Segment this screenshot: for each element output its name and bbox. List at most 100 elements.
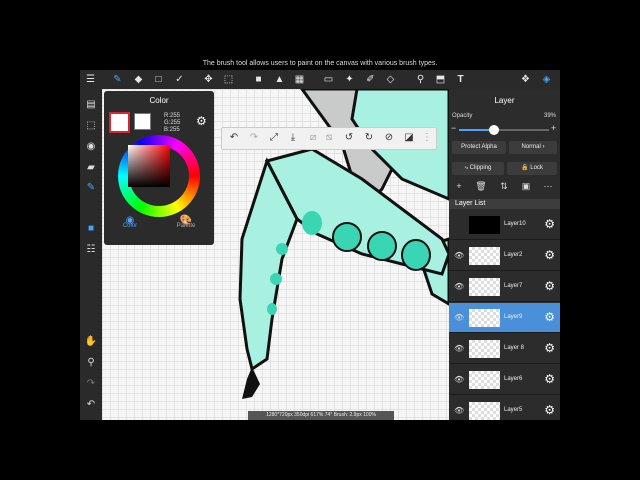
main-color-swatch[interactable] bbox=[109, 112, 130, 133]
layer-thumbnail bbox=[469, 371, 500, 389]
more-options-icon[interactable]: ⋯ bbox=[542, 181, 554, 192]
3d-icon[interactable]: ❖ bbox=[518, 72, 533, 87]
gear-icon[interactable]: ⚙ bbox=[544, 248, 555, 262]
chevron-right-icon: › bbox=[542, 144, 545, 150]
layer-row[interactable]: 👁 Layer6 ⚙ bbox=[449, 365, 560, 395]
rotate-right-icon[interactable]: ↻ bbox=[362, 131, 376, 145]
eye-icon[interactable]: 👁 bbox=[454, 313, 464, 322]
clipping-icon: ⤷ bbox=[464, 165, 468, 171]
spot bbox=[332, 222, 362, 252]
opacity-label: Opacity bbox=[452, 113, 473, 119]
color-swatch-icon[interactable]: ■ bbox=[83, 221, 99, 237]
minus-icon[interactable]: − bbox=[451, 123, 456, 133]
layer-name: Layer9 bbox=[504, 314, 523, 320]
saturation-value-square[interactable] bbox=[128, 145, 170, 187]
eraser-icon[interactable]: ◆ bbox=[131, 72, 146, 87]
text-icon[interactable]: T bbox=[453, 72, 468, 87]
eyedropper-icon[interactable]: ⚲ bbox=[83, 355, 99, 371]
clipping-button[interactable]: ⤷ Clipping bbox=[452, 162, 504, 175]
gear-icon[interactable]: ⚙ bbox=[544, 403, 555, 417]
selection-icon[interactable]: ▭ bbox=[321, 72, 336, 87]
hand-icon[interactable]: ✋ bbox=[83, 334, 99, 350]
layer-row[interactable]: 👁 Layer5 ⚙ bbox=[449, 396, 560, 420]
gear-icon[interactable]: ⚙ bbox=[196, 114, 207, 128]
eye-icon[interactable]: 👁 bbox=[454, 344, 464, 353]
gear-icon[interactable]: ⚙ bbox=[544, 217, 555, 231]
brush-icon[interactable]: ✎ bbox=[110, 72, 125, 87]
secondary-color-swatch[interactable] bbox=[134, 113, 151, 130]
flip-icon[interactable]: ⧅ bbox=[322, 131, 336, 145]
layer-name: Layer 8 bbox=[504, 345, 525, 351]
spot bbox=[367, 231, 397, 261]
eye-icon[interactable]: 👁 bbox=[454, 251, 464, 260]
rgb-r-value: R:255 bbox=[164, 113, 181, 119]
clear-icon[interactable]: ⧄ bbox=[306, 131, 320, 145]
more-icon[interactable]: ⋮ bbox=[420, 131, 434, 145]
eye-icon[interactable]: 👁 bbox=[454, 375, 464, 384]
blend-mode-select[interactable]: Normal › bbox=[509, 141, 557, 154]
eye-icon[interactable]: 👁 bbox=[454, 282, 464, 291]
spot bbox=[302, 211, 322, 235]
selection-area-icon[interactable]: ⬚ bbox=[83, 118, 99, 134]
ruler-icon[interactable]: ▰ bbox=[83, 160, 99, 176]
layer-row[interactable]: 👁 Layer2 ⚙ bbox=[449, 241, 560, 271]
transform-icon[interactable]: ⤢ bbox=[267, 131, 281, 145]
select-eraser-icon[interactable]: ◇ bbox=[383, 72, 398, 87]
canvas-status-bar: 1280*720px 350dpi 617% 74° Brush: 2.9px … bbox=[248, 411, 394, 420]
layer-row[interactable]: 👁 Layer9 ⚙ bbox=[449, 303, 560, 333]
eye-icon[interactable]: 👁 bbox=[454, 406, 464, 415]
layer-row[interactable]: 👁 Layer 8 ⚙ bbox=[449, 334, 560, 364]
gear-icon[interactable]: ⚙ bbox=[544, 279, 555, 293]
lock-button[interactable]: 🔒 Lock bbox=[507, 162, 557, 175]
trash-icon[interactable]: 🗑 bbox=[475, 181, 487, 192]
layer-row[interactable]: Layer10 ⚙ bbox=[449, 210, 560, 240]
protect-alpha-button[interactable]: Protect Alpha bbox=[452, 141, 506, 154]
layer-list-icon[interactable]: ☷ bbox=[83, 242, 99, 258]
redo-icon[interactable]: ↷ bbox=[83, 376, 99, 392]
tab-palette[interactable]: Palette bbox=[166, 223, 206, 229]
left-toolbar: ▤ ⬚ ◉ ▰ ✎ ■ ☷ ✋ ⚲ ↷ ↶ bbox=[80, 89, 102, 420]
pen-icon[interactable]: ✎ bbox=[83, 180, 99, 196]
tutorial-caption: The brush tool allows users to paint on … bbox=[202, 60, 438, 67]
merge-down-icon[interactable]: ⇅ bbox=[498, 181, 510, 192]
contrast-icon[interactable]: ◪ bbox=[402, 131, 416, 145]
layer-name: Layer5 bbox=[504, 407, 523, 413]
layer-thumbnail bbox=[469, 340, 500, 358]
eyedropper-icon[interactable]: ⚲ bbox=[413, 72, 428, 87]
gear-icon[interactable]: ⚙ bbox=[544, 310, 555, 324]
download-icon[interactable]: ⤓ bbox=[286, 131, 300, 145]
color-panel: Color R:255 G:255 B:255 ⚙ ◉ Color 🎨 Pale… bbox=[104, 91, 214, 245]
rotate-left-icon[interactable]: ↺ bbox=[342, 131, 356, 145]
spot bbox=[276, 243, 288, 255]
magic-wand-icon[interactable]: ✦ bbox=[342, 72, 357, 87]
add-layer-icon[interactable]: + bbox=[453, 181, 465, 191]
opacity-slider-knob[interactable] bbox=[489, 125, 500, 135]
reset-rotation-icon[interactable]: ⊘ bbox=[382, 131, 396, 145]
select-pen-icon[interactable]: ✐ bbox=[363, 72, 378, 87]
gear-icon[interactable]: ⚙ bbox=[544, 372, 555, 386]
image-import-icon[interactable]: ▣ bbox=[520, 181, 532, 192]
undo-icon[interactable]: ↶ bbox=[83, 397, 99, 413]
fill-icon[interactable]: ■ bbox=[251, 72, 266, 87]
gradient-icon[interactable]: ▦ bbox=[292, 72, 307, 87]
layer-thumbnail bbox=[469, 278, 500, 296]
plus-icon[interactable]: + bbox=[551, 123, 556, 133]
pages-icon[interactable]: ▤ bbox=[83, 97, 99, 113]
move-icon[interactable]: ✥ bbox=[201, 72, 216, 87]
smudge-icon[interactable]: ✓ bbox=[172, 72, 187, 87]
opacity-value: 39% bbox=[543, 113, 556, 119]
layers-icon[interactable]: ◈ bbox=[539, 72, 554, 87]
tab-color[interactable]: Color bbox=[110, 223, 150, 229]
gear-icon[interactable]: ⚙ bbox=[544, 341, 555, 355]
layer-row[interactable]: 👁 Layer7 ⚙ bbox=[449, 272, 560, 302]
navigator-icon[interactable]: ◉ bbox=[83, 139, 99, 155]
bucket-icon[interactable]: ▲ bbox=[272, 72, 287, 87]
undo-icon[interactable]: ↶ bbox=[227, 131, 241, 145]
select-icon[interactable]: ⬒ bbox=[433, 72, 448, 87]
square-icon[interactable]: □ bbox=[151, 72, 166, 87]
layer-thumbnail bbox=[469, 247, 500, 265]
transform-icon[interactable]: ⬚ bbox=[221, 72, 236, 87]
opacity-slider[interactable] bbox=[459, 125, 549, 135]
redo-icon[interactable]: ↷ bbox=[247, 131, 261, 145]
menu-icon[interactable]: ☰ bbox=[83, 72, 98, 87]
